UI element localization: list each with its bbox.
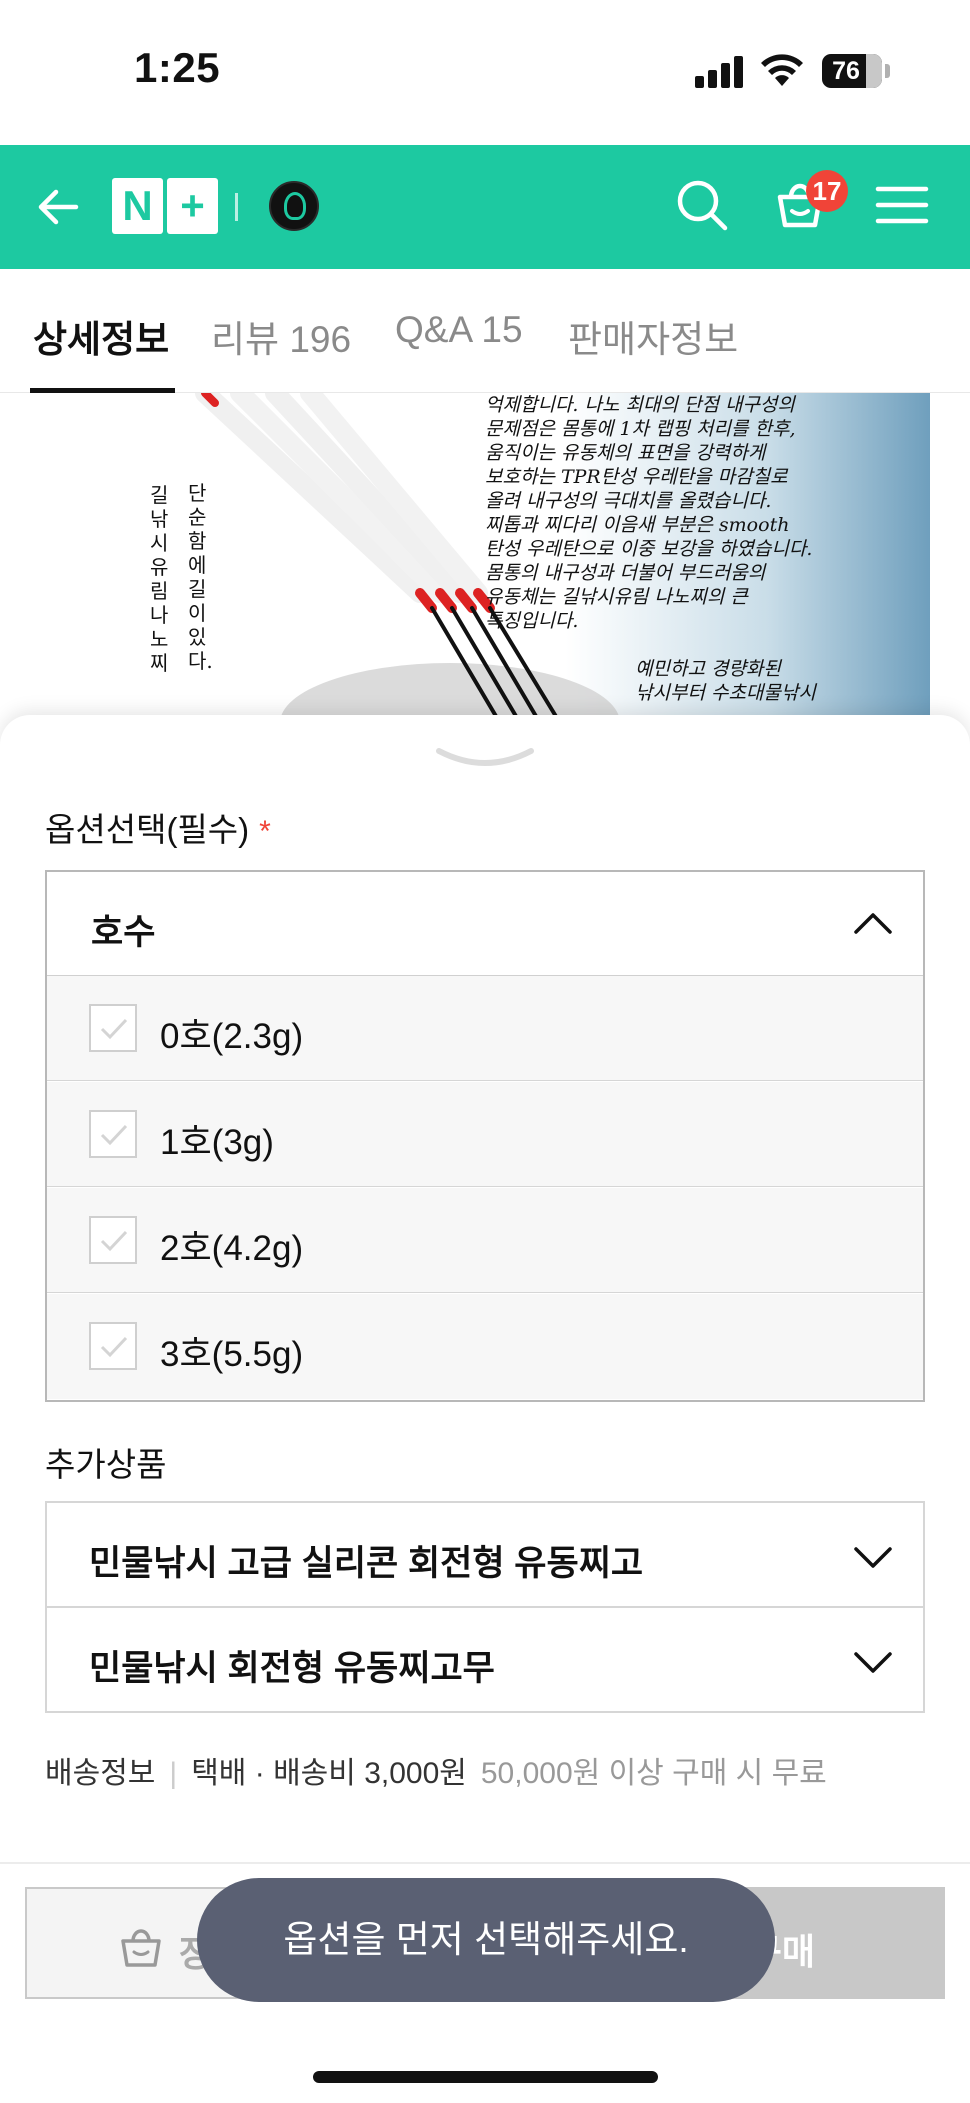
- search-icon[interactable]: [672, 175, 732, 235]
- shipping-separator: |: [169, 1757, 178, 1790]
- battery-level: 76: [832, 57, 860, 85]
- tab-reviews[interactable]: 리뷰 196: [211, 309, 351, 363]
- option-dropdown-label: 호수: [91, 913, 156, 952]
- shipping-method: 택배 · 배송비 3,000원: [191, 1757, 467, 1790]
- home-indicator[interactable]: [313, 2071, 658, 2083]
- status-time: 1:25: [134, 44, 221, 91]
- tab-detail[interactable]: 상세정보: [33, 309, 169, 363]
- product-tabs: 상세정보 리뷰 196 Q&A 15 판매자정보: [0, 269, 970, 393]
- check-icon: [100, 1124, 128, 1146]
- option-checkbox[interactable]: [89, 1110, 137, 1158]
- product-description-text: 억제합니다. 나노 최대의 단점 내구성의 문제점은 몸통에 1차 랩핑 처리를…: [485, 394, 813, 632]
- addon-dropdown[interactable]: 민물낚시 고급 실리콘 회전형 유동찌고: [45, 1501, 925, 1608]
- required-mark: *: [259, 815, 271, 848]
- addon-label: 민물낚시 회전형 유동찌고무: [89, 1649, 495, 1688]
- vertical-slogan-text: 단순함에 길이있다.: [188, 481, 213, 673]
- option-checkbox[interactable]: [89, 1004, 137, 1052]
- header-divider: [235, 193, 238, 221]
- option-bottom-sheet: 옵션선택(필수) * 호수 0호(2.3g) 1호(3g) 2호(4.2g) 3…: [0, 715, 970, 2103]
- store-logo[interactable]: [269, 181, 319, 231]
- sheet-collapse-handle-icon[interactable]: [435, 745, 535, 773]
- check-icon: [100, 1230, 128, 1252]
- check-icon: [100, 1018, 128, 1040]
- shipping-free-note: 50,000원 이상 구매 시 무료: [480, 1757, 827, 1790]
- option-item[interactable]: 2호(4.2g): [47, 1188, 923, 1293]
- option-label: 3호(5.5g): [160, 1335, 304, 1374]
- option-item[interactable]: 1호(3g): [47, 1082, 923, 1187]
- option-label: 1호(3g): [160, 1123, 274, 1162]
- chevron-up-icon: [854, 913, 892, 934]
- menu-icon[interactable]: [872, 175, 932, 235]
- shipping-label: 배송정보: [45, 1757, 156, 1790]
- wifi-icon: [761, 54, 803, 86]
- product-description-text-2: 예민하고 경량화된 낚시부터 수초대물낚시: [635, 658, 816, 704]
- logo-n: N: [112, 178, 163, 234]
- chevron-down-icon: [854, 1547, 892, 1568]
- option-checkbox[interactable]: [89, 1322, 137, 1370]
- product-detail-image: 억제합니다. 나노 최대의 단점 내구성의 문제점은 몸통에 1차 랩핑 처리를…: [0, 393, 970, 723]
- shipping-info: 배송정보 | 택배 · 배송비 3,000원 50,000원 이상 구매 시 무료: [45, 1748, 827, 1792]
- option-label: 0호(2.3g): [160, 1017, 304, 1056]
- chevron-down-icon: [854, 1652, 892, 1673]
- option-label: 2호(4.2g): [160, 1229, 304, 1268]
- status-bar: 1:25 76: [0, 0, 970, 145]
- option-checkbox[interactable]: [89, 1216, 137, 1264]
- toast-message: 옵션을 먼저 선택해주세요.: [197, 1878, 775, 2002]
- option-dropdown-header[interactable]: 호수: [47, 872, 923, 976]
- option-item[interactable]: 3호(5.5g): [47, 1294, 923, 1399]
- option-item[interactable]: 0호(2.3g): [47, 976, 923, 1081]
- tab-qna[interactable]: Q&A 15: [395, 309, 523, 351]
- option-dropdown: 호수 0호(2.3g) 1호(3g) 2호(4.2g) 3호(5.5g): [45, 870, 925, 1402]
- battery-cap: [885, 64, 890, 78]
- logo-plus: +: [167, 178, 218, 234]
- battery-icon: 76: [822, 54, 882, 88]
- shopping-bag-icon: [121, 1929, 161, 1967]
- option-section-title: 옵션선택(필수) *: [45, 803, 271, 851]
- cellular-signal-icon: [695, 56, 745, 88]
- action-bar-divider: [0, 1862, 970, 1864]
- addon-dropdown[interactable]: 민물낚시 회전형 유동찌고무: [45, 1606, 925, 1713]
- cart-count-badge: 17: [806, 170, 848, 212]
- addon-section-title: 추가상품: [45, 1446, 167, 1483]
- back-arrow-icon[interactable]: [34, 183, 82, 231]
- option-section-label: 옵션선택(필수): [45, 811, 250, 848]
- vertical-brand-text: 길낚시유림 나노찌: [150, 483, 169, 675]
- addon-label: 민물낚시 고급 실리콘 회전형 유동찌고: [89, 1544, 644, 1583]
- check-icon: [100, 1336, 128, 1358]
- naver-plus-logo[interactable]: N +: [112, 178, 218, 234]
- tab-seller-info[interactable]: 판매자정보: [568, 309, 738, 363]
